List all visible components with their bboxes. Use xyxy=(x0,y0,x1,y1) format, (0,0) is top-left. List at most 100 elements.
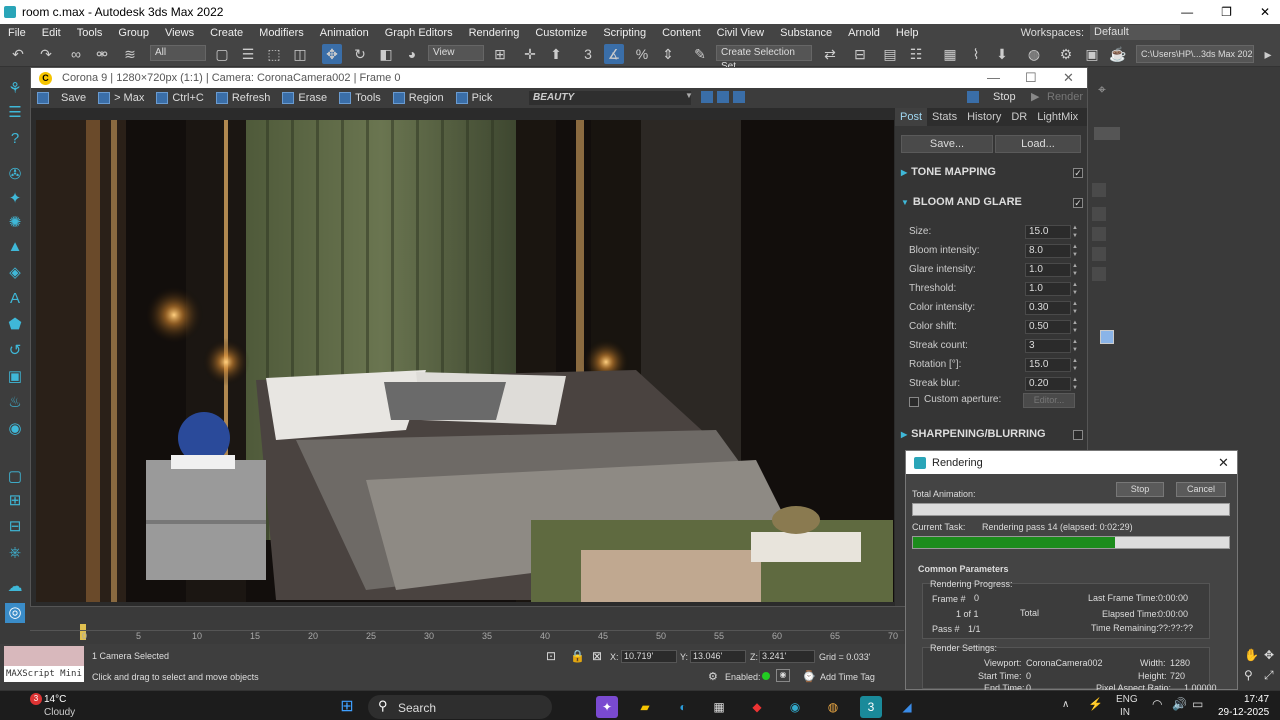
select-object-icon[interactable]: ▢ xyxy=(212,44,232,64)
param-input[interactable]: 1.0 xyxy=(1025,263,1071,277)
close-icon[interactable]: ✕ xyxy=(1260,5,1270,19)
orbit-icon[interactable]: ✥ xyxy=(1264,648,1274,662)
adaptive-degradation-icon[interactable]: ⚙ xyxy=(708,670,718,683)
param-input[interactable]: 0.30 xyxy=(1025,301,1071,315)
spinner-icon[interactable]: ▲ ▼ xyxy=(1072,357,1078,373)
spinner-icon[interactable]: ▲ ▼ xyxy=(1072,338,1078,354)
selection-filter[interactable]: All xyxy=(150,45,206,61)
chevron-up-icon[interactable]: ∧ xyxy=(1062,699,1069,710)
enabled-indicator[interactable] xyxy=(762,672,770,680)
menu-group[interactable]: Group xyxy=(110,27,157,39)
wifi-icon[interactable]: ◠ xyxy=(1152,697,1162,711)
param-input[interactable]: 0.20 xyxy=(1025,377,1071,391)
maxscript-mini-input[interactable]: MAXScript Mini xyxy=(4,666,84,682)
maximize-icon[interactable]: ☐ xyxy=(1025,70,1037,86)
stop-button[interactable]: Stop xyxy=(993,91,1016,103)
menu-help[interactable]: Help xyxy=(888,27,927,39)
custom-aperture-checkbox[interactable] xyxy=(909,397,919,407)
region-button[interactable]: Region xyxy=(392,92,444,104)
store-icon[interactable]: ▦ xyxy=(708,696,730,718)
y-coordinate-input[interactable]: 13.046' xyxy=(690,650,746,663)
tab-post[interactable]: Post xyxy=(895,108,928,126)
button[interactable] xyxy=(1092,227,1106,241)
viewport-icon[interactable]: ⊟ xyxy=(5,517,25,537)
tab-dr[interactable]: DR xyxy=(1006,108,1032,126)
param-input[interactable]: 0.50 xyxy=(1025,320,1071,334)
reference-coordinate-select[interactable]: View xyxy=(428,45,484,61)
pan-icon[interactable]: ✋ xyxy=(1244,648,1259,662)
weather-temp[interactable]: 14°C xyxy=(44,694,66,705)
save-preset-button[interactable]: Save... xyxy=(901,135,993,153)
clock-time[interactable]: 17:47 xyxy=(1244,694,1269,705)
sharpening-section[interactable]: ▶ SHARPENING/BLURRING xyxy=(895,424,1087,444)
bind-spacewarp-icon[interactable]: ≋ xyxy=(120,44,140,64)
zoom-fit-icon[interactable] xyxy=(733,91,745,103)
menu-rendering[interactable]: Rendering xyxy=(461,27,528,39)
menu-graph-editors[interactable]: Graph Editors xyxy=(377,27,461,39)
split-icon[interactable]: ⊞ xyxy=(5,491,25,511)
file-explorer-icon[interactable]: ▰ xyxy=(634,696,656,718)
snaps-toggle-icon[interactable]: 3 xyxy=(578,44,598,64)
workspaces[interactable]: Workspaces: Default xyxy=(1021,24,1180,41)
ribbon-icon[interactable]: ▦ xyxy=(940,44,960,64)
select-by-name-icon[interactable]: ☰ xyxy=(238,44,258,64)
frame-icon[interactable]: ◎ xyxy=(5,603,25,623)
network-icon[interactable]: ⚡ xyxy=(1088,697,1103,711)
save-button[interactable]: Save xyxy=(37,92,86,104)
select-move-icon[interactable]: ✥ xyxy=(322,44,342,64)
scene-explorer-icon[interactable]: ☰ xyxy=(5,103,25,123)
sun-icon[interactable]: ✺ xyxy=(5,213,25,233)
maxscript-listener-input[interactable] xyxy=(4,646,84,666)
scene-explorer-icon[interactable]: ▤ xyxy=(880,44,900,64)
color-swatch[interactable] xyxy=(1100,330,1114,344)
menu-views[interactable]: Views xyxy=(157,27,202,39)
menu-create[interactable]: Create xyxy=(202,27,251,39)
spinner-icon[interactable]: ▲ ▼ xyxy=(1072,376,1078,392)
pick-button[interactable]: Pick xyxy=(455,92,492,104)
render-icon[interactable]: ◉ xyxy=(5,419,25,439)
button[interactable] xyxy=(1092,247,1106,261)
menu-modifiers[interactable]: Modifiers xyxy=(251,27,312,39)
windows-start-icon[interactable]: ⊞ xyxy=(336,696,358,718)
spinner-icon[interactable]: ▲ ▼ xyxy=(1072,262,1078,278)
redo-icon[interactable]: ↷ xyxy=(36,44,56,64)
angle-snap-icon[interactable]: ∡ xyxy=(604,44,624,64)
add-time-tag[interactable]: Add Time Tag xyxy=(820,672,875,682)
3dsmax-taskbar-icon[interactable]: 3 xyxy=(860,696,882,718)
workspaces-select[interactable]: Default xyxy=(1090,25,1180,40)
button[interactable] xyxy=(1092,207,1106,221)
pivot-icon[interactable]: ⊞ xyxy=(490,44,510,64)
tab-history[interactable]: History xyxy=(962,108,1006,126)
material-editor-icon[interactable]: ◍ xyxy=(1024,44,1044,64)
cancel-button[interactable]: Cancel xyxy=(1176,482,1226,497)
menu-customize[interactable]: Customize xyxy=(527,27,595,39)
x-coordinate-input[interactable]: 10.719' xyxy=(621,650,677,663)
steering-icon[interactable]: ⎈ xyxy=(5,543,25,563)
copy-button[interactable]: Ctrl+C xyxy=(156,92,204,104)
tone-mapping-checkbox[interactable]: ✓ xyxy=(1073,168,1083,178)
object-paint-icon[interactable]: ✇ xyxy=(5,165,25,185)
percent-snap-icon[interactable]: % xyxy=(632,44,652,64)
tab-lightmix[interactable]: LightMix xyxy=(1032,108,1083,126)
maximize-viewport-icon[interactable]: ⤢ xyxy=(1264,668,1274,683)
chrome-icon[interactable]: ◉ xyxy=(784,696,806,718)
load-preset-button[interactable]: Load... xyxy=(995,135,1081,153)
zoom-out-icon[interactable] xyxy=(717,91,729,103)
pin-icon[interactable]: ⌖ xyxy=(1098,81,1106,98)
link-icon[interactable]: ∞ xyxy=(66,44,86,64)
spinner-icon[interactable]: ▲ ▼ xyxy=(1072,319,1078,335)
schematic-view-icon[interactable]: ⬇ xyxy=(992,44,1012,64)
cloud-icon[interactable]: ☁ xyxy=(5,577,25,597)
text-icon[interactable]: A xyxy=(5,289,25,309)
time-tag-icon[interactable]: ⌚ xyxy=(802,670,816,683)
menu-arnold[interactable]: Arnold xyxy=(840,27,888,39)
z-coordinate-input[interactable]: 3.241' xyxy=(759,650,815,663)
editor-button[interactable]: Editor... xyxy=(1023,393,1075,408)
spinner-icon[interactable]: ▲ ▼ xyxy=(1072,224,1078,240)
common-params-title[interactable]: Common Parameters xyxy=(918,564,1009,574)
record-icon[interactable]: ◉ xyxy=(776,669,790,682)
create-icon[interactable]: ⚘ xyxy=(5,79,25,99)
absolute-mode-icon[interactable]: ⊠ xyxy=(592,649,602,663)
app-icon[interactable]: ◢ xyxy=(896,696,918,718)
window-crossing-icon[interactable]: ◫ xyxy=(290,44,310,64)
